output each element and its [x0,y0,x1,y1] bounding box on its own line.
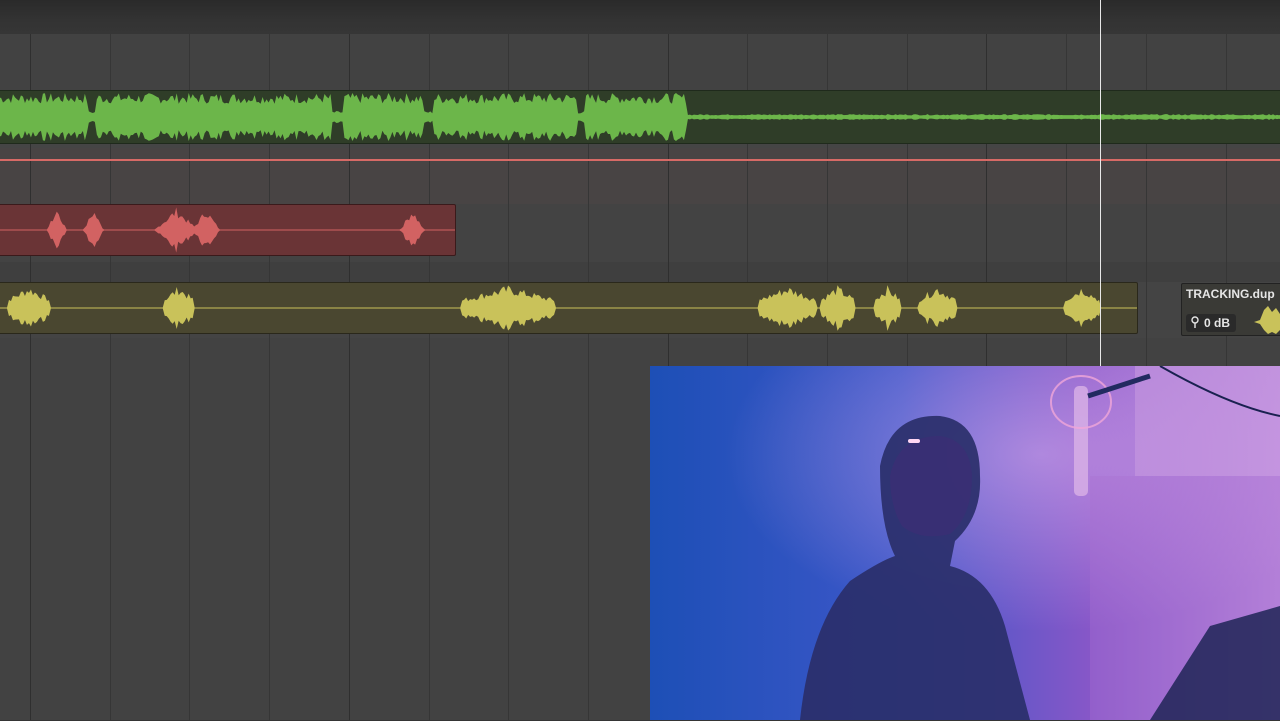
waveform-tracking [1254,306,1280,334]
playhead-cursor[interactable] [1100,0,1101,366]
waveform-red [0,207,455,253]
clip-gain-control[interactable]: 0 dB [1186,314,1237,332]
lane-1 [0,34,1280,91]
audio-clip-tracking[interactable]: TRACKING.dup 0 dB [1181,283,1280,336]
audio-clip-green[interactable] [0,90,1280,144]
gain-knob-icon [1191,316,1199,328]
clip-name-label: TRACKING.dup [1186,287,1275,301]
video-scene [650,366,1280,720]
clip-gain-value: 0 dB [1204,316,1231,330]
track-separator [0,159,1280,161]
lane-5 [0,262,1280,283]
audio-clip-yellow[interactable] [0,282,1138,334]
webcam-video-overlay [650,366,1280,720]
waveform-yellow [0,285,1137,331]
lane-3 [0,148,1280,205]
timeline-ruler[interactable] [0,0,1280,35]
audio-clip-red[interactable] [0,204,456,256]
waveform-green [0,93,1280,141]
